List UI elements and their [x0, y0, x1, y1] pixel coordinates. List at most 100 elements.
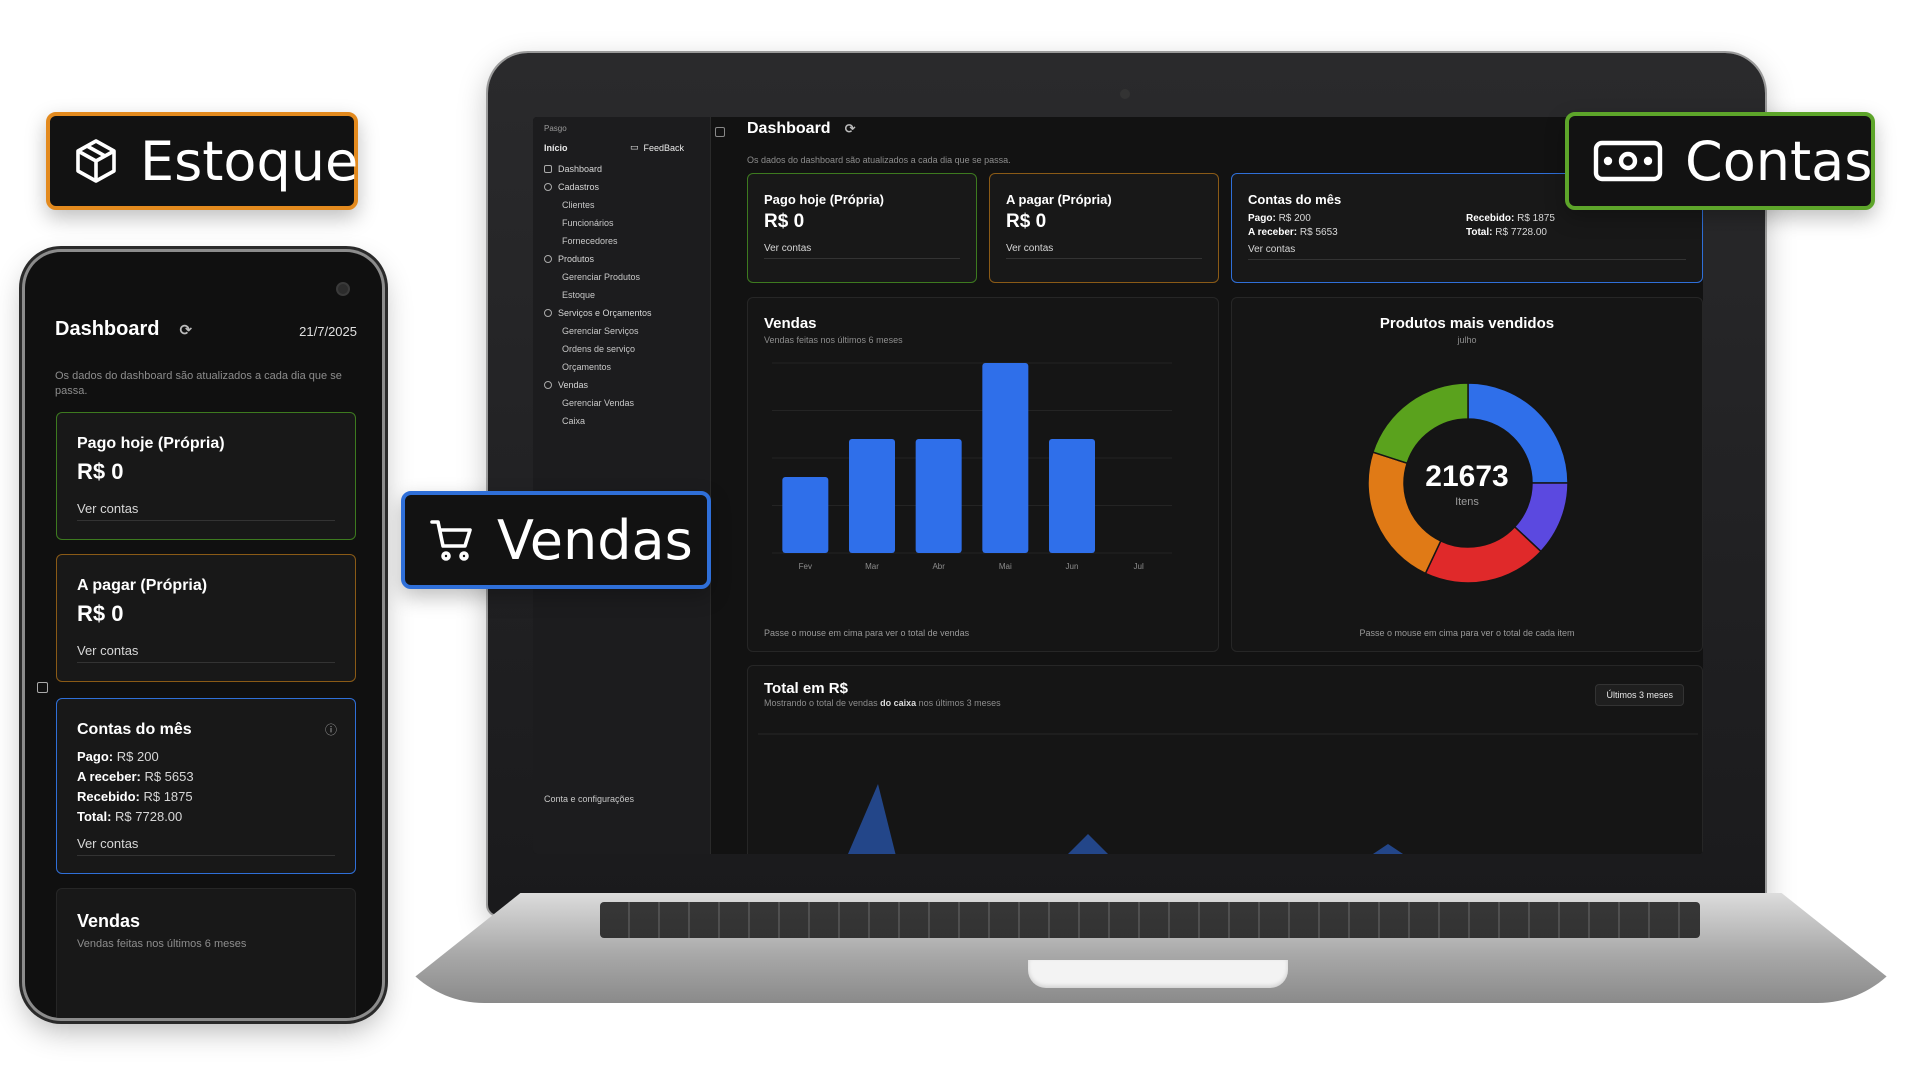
page-title: Dashboard ⟳ — [747, 120, 855, 138]
produtos-chart-panel: Produtos mais vendidos julho 21673 Itens… — [1231, 297, 1703, 652]
sidebar-item-ordens-de-servi-o[interactable]: Ordens de serviço — [562, 344, 635, 354]
bar-mai[interactable] — [982, 363, 1029, 553]
x-tick-label: Jul — [1134, 562, 1144, 571]
x-tick-label: Mai — [999, 562, 1012, 571]
sidebar-item-gerenciar-vendas[interactable]: Gerenciar Vendas — [562, 398, 634, 408]
sidebar-item-dashboard[interactable]: Dashboard — [544, 164, 602, 174]
recebido-label: Recebido: — [1466, 213, 1515, 224]
sidebar-item-vendas[interactable]: Vendas — [544, 380, 588, 390]
card-title: Pago hoje (Própria) — [77, 435, 225, 452]
tools-icon — [544, 309, 552, 317]
account-settings-link[interactable]: Conta e configurações — [544, 794, 634, 804]
users-icon — [544, 183, 552, 191]
card-value: R$ 0 — [77, 601, 124, 626]
a-receber-value: R$ 5653 — [144, 769, 194, 784]
sidebar-item-clientes[interactable]: Clientes — [562, 200, 595, 210]
card-title: Contas do mês — [77, 721, 192, 738]
sidebar-item-label: Produtos — [558, 254, 595, 264]
total-area-panel: Total em R$ Mostrando o total de vendas … — [747, 665, 1703, 854]
ver-contas-link[interactable]: Ver contas — [1248, 244, 1686, 260]
phone-subtitle: Os dados do dashboard são atualizados a … — [55, 370, 342, 397]
card-title: Vendas — [77, 911, 141, 931]
sidebar-item-label: Caixa — [562, 416, 586, 426]
vendas-chart-panel: Vendas Vendas feitas nos últimos 6 meses… — [747, 297, 1219, 652]
vendas-bar-chart[interactable]: Fev Mar Abr Mai Jun Jul — [764, 358, 1204, 583]
ver-contas-link[interactable]: Ver contas — [77, 836, 335, 856]
phone-device: Dashboard ⟳ 21/7/2025 Os dados do dashbo… — [25, 252, 382, 1018]
message-icon: ▭ — [630, 142, 639, 152]
phone-vendas-panel: Vendas Vendas feitas nos últimos 6 meses — [56, 888, 356, 1018]
sidebar-item-gerenciar-servi-os[interactable]: Gerenciar Serviços — [562, 326, 639, 336]
estoque-badge-label: Estoque — [140, 129, 359, 193]
recebido-value: R$ 1875 — [143, 789, 193, 804]
donut-center-label: Itens — [1455, 496, 1479, 508]
sidebar-item-label: Estoque — [562, 290, 596, 300]
sidebar-item-cadastros[interactable]: Cadastros — [544, 182, 599, 192]
total-area-chart[interactable] — [758, 724, 1698, 854]
area-series — [848, 784, 1403, 854]
card-title: A pagar (Própria) — [77, 577, 208, 594]
recebido-value: R$ 1875 — [1517, 213, 1555, 224]
vendas-badge-label: Vendas — [497, 508, 693, 572]
laptop-notch — [1028, 960, 1288, 988]
phone-card-pago-hoje: Pago hoje (Própria) R$ 0 Ver contas — [56, 412, 356, 540]
contas-summary: Pago: R$ 200 Recebido: R$ 1875 A receber… — [1248, 213, 1686, 238]
sidebar-item-caixa[interactable]: Caixa — [562, 416, 585, 426]
ver-contas-link[interactable]: Ver contas — [77, 501, 335, 521]
pago-label: Pago: — [1248, 213, 1276, 224]
sidebar-item-funcion-rios[interactable]: Funcionários — [562, 218, 614, 228]
page-subtitle: Os dados do dashboard são atualizados a … — [747, 155, 1011, 165]
sidebar-item-label: Gerenciar Produtos — [562, 272, 641, 282]
phone-card-contas-do-mes: Contas do mês ⓘ Pago: R$ 200 A receber: … — [56, 698, 356, 874]
x-tick-label: Abr — [932, 562, 945, 571]
sidebar-item-gerenciar-produtos[interactable]: Gerenciar Produtos — [562, 272, 640, 282]
contas-badge: Contas — [1565, 112, 1875, 210]
subtitle-bold: do caixa — [880, 698, 917, 708]
a-receber-value: R$ 5653 — [1299, 227, 1338, 238]
ver-contas-link[interactable]: Ver contas — [1006, 243, 1202, 259]
sidebar-item-produtos[interactable]: Produtos — [544, 254, 594, 264]
bar-mar[interactable] — [849, 439, 895, 553]
refresh-icon[interactable]: ⟳ — [845, 121, 856, 137]
phone-date: 21/7/2025 — [299, 324, 357, 339]
feedback-label: FeedBack — [643, 142, 685, 153]
refresh-icon[interactable]: ⟳ — [179, 321, 192, 339]
donut-slice-5[interactable] — [1371, 382, 1469, 465]
sidebar: Pasgo Início ▭ FeedBack Dashboard Cadastr… — [533, 117, 711, 854]
ver-contas-link[interactable]: Ver contas — [764, 243, 960, 259]
bar-jun[interactable] — [1049, 439, 1095, 553]
x-tick-label: Fev — [799, 562, 812, 571]
ver-contas-link[interactable]: Ver contas — [77, 643, 335, 663]
a-receber-label: A receber: — [77, 769, 141, 784]
sidebar-item-fornecedores[interactable]: Fornecedores — [562, 236, 618, 246]
contas-badge-label: Contas — [1685, 129, 1873, 193]
panel-subtitle: julho — [1457, 335, 1477, 345]
card-pago-hoje: Pago hoje (Própria) R$ 0 Ver contas — [747, 173, 977, 283]
vendas-badge: Vendas — [401, 491, 711, 589]
a-receber-label: A receber: — [1248, 227, 1298, 238]
sidebar-toggle-icon[interactable] — [37, 682, 48, 693]
sidebar-item-label: Cadastros — [558, 182, 600, 192]
card-a-pagar: A pagar (Própria) R$ 0 Ver contas — [989, 173, 1219, 283]
period-select[interactable]: Últimos 3 meses — [1595, 684, 1684, 706]
sidebar-item-servi-os-e-or-amentos[interactable]: Serviços e Orçamentos — [544, 308, 652, 318]
sidebar-item-label: Funcionários — [562, 218, 614, 228]
sidebar-item-or-amentos[interactable]: Orçamentos — [562, 362, 611, 372]
phone-page-title: Dashboard ⟳ — [55, 318, 192, 341]
sidebar-toggle-icon[interactable] — [715, 127, 725, 137]
bar-abr[interactable] — [915, 439, 962, 553]
sidebar-item-label: Orçamentos — [562, 362, 612, 372]
donut-slice-3[interactable] — [1424, 525, 1542, 584]
recebido-label: Recebido: — [77, 789, 140, 804]
phone-title-text: Dashboard — [55, 318, 160, 340]
bar-fev[interactable] — [782, 477, 829, 553]
sidebar-home-link[interactable]: Início — [544, 143, 568, 153]
info-icon[interactable]: ⓘ — [325, 721, 337, 738]
panel-title: Total em R$ — [764, 680, 848, 697]
sidebar-item-estoque[interactable]: Estoque — [562, 290, 595, 300]
total-value: R$ 7728.00 — [1495, 227, 1547, 238]
feedback-button[interactable]: ▭ FeedBack — [630, 142, 684, 153]
panel-title: Produtos mais vendidos — [1379, 315, 1555, 332]
page-title-text: Dashboard — [747, 120, 831, 137]
panel-footer: Passe o mouse em cima para ver o total d… — [1359, 628, 1575, 638]
